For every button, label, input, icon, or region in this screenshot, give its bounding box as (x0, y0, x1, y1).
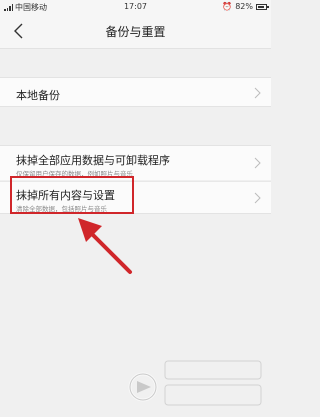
chevron-right-icon (254, 87, 261, 99)
erase-apps-label: 抹掉全部应用数据与可卸载程序 (16, 154, 170, 167)
navigation-bar: 备份与重置 (0, 14, 271, 49)
status-bar: 中国移动 17:07 ⏰ 82% (0, 0, 271, 14)
alarm-icon: ⏰ (222, 2, 233, 11)
highlight-box (10, 176, 134, 214)
status-right: ⏰ 82% (222, 2, 269, 11)
battery-percent: 82% (235, 2, 253, 11)
watermark-logo-icon (128, 360, 262, 406)
local-backup-row[interactable]: 本地备份 (0, 77, 271, 107)
chevron-right-icon (254, 157, 261, 169)
page-title: 备份与重置 (105, 25, 166, 39)
chevron-right-icon (254, 192, 261, 204)
battery-icon (256, 3, 269, 10)
pointer-arrow-icon (78, 218, 132, 274)
erase-apps-row[interactable]: 抹掉全部应用数据与可卸载程序 仅保留用户保存的数据，例如照片与音乐 (0, 145, 271, 180)
local-backup-label: 本地备份 (16, 89, 60, 102)
